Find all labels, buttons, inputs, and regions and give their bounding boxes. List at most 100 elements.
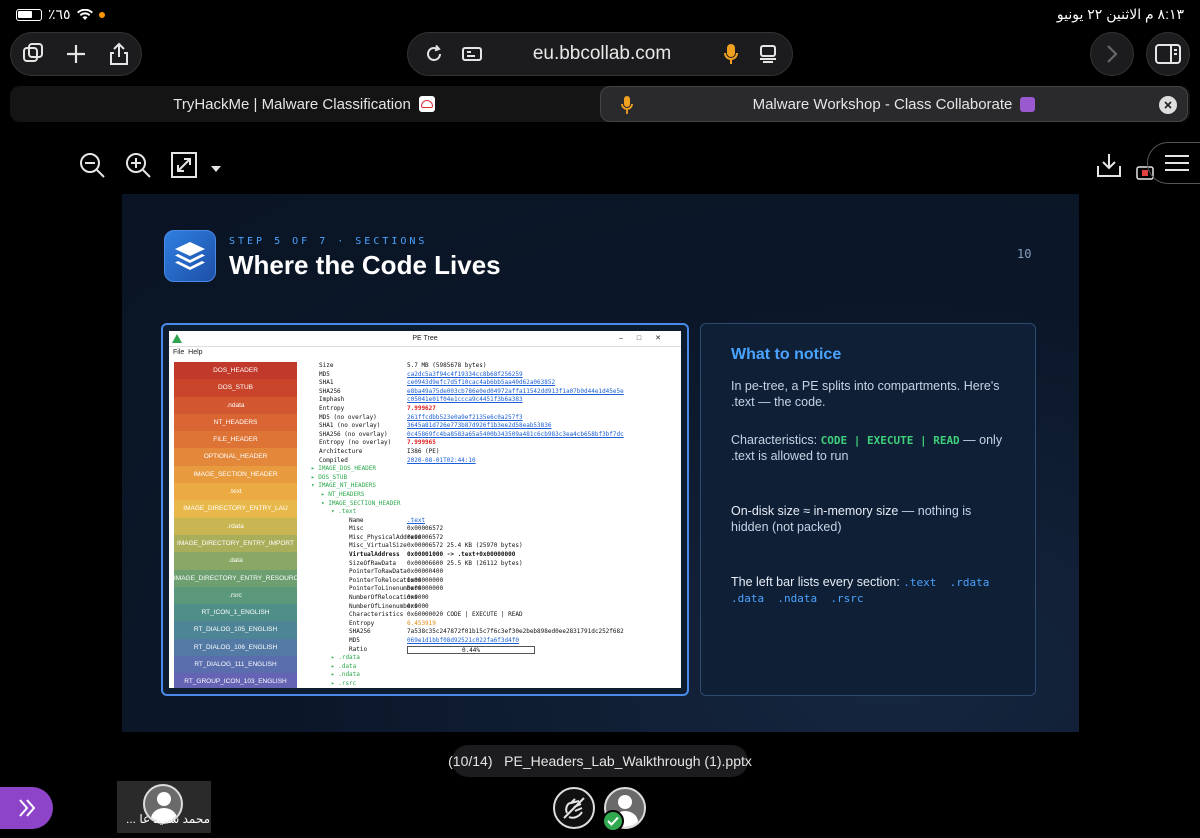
reload-button[interactable] (414, 32, 454, 76)
slide-step-label: STEP 5 OF 7 · SECTIONS (229, 236, 428, 247)
pe-tree-row[interactable]: PointerToRawData 0x00000400 (301, 568, 681, 577)
pe-tree-value: 0x00006600 25.5 KB (26112 bytes) (407, 559, 523, 567)
pe-tree-row[interactable]: Name .text (301, 517, 681, 526)
pe-tree-value: 0x00001000 -> .text+0x00000000 (407, 551, 516, 559)
pe-tree-row[interactable]: Entropy 7.999627 (301, 405, 681, 414)
pe-tree-row[interactable]: VirtualAddress 0x00001000 -> .text+0x0000… (301, 551, 681, 560)
pe-tree-row[interactable]: ▸ .rdata (301, 654, 681, 663)
tabs-overview-button[interactable] (11, 32, 54, 76)
battery-percentage: ٪٦٥ (48, 6, 71, 22)
pe-tree-value: 7.999627 (407, 404, 436, 412)
pe-tree-row[interactable]: Entropy (no overlay) 7.999965 (301, 439, 681, 448)
zoom-out-button[interactable] (78, 151, 106, 184)
pe-tree-row[interactable]: ▾ IMAGE_SECTION_HEADER (301, 500, 681, 509)
pe-tree-row[interactable]: SHA256 7a538c35c247872f01b15c7f6c3ef30e2b… (301, 628, 681, 637)
pe-tree-value: 0x00000400 (407, 568, 444, 576)
pe-tree-row[interactable]: NumberOfRelocations 0x0000 (301, 594, 681, 603)
pe-section-segment[interactable]: RT_DIALOG_111_ENGLISH (174, 656, 297, 674)
pe-section-segment[interactable]: .data (174, 552, 297, 570)
close-tab-button[interactable] (1159, 96, 1177, 114)
pe-tree-row[interactable]: Ratio 0.44% (301, 645, 681, 655)
window-controls: –□✕ (619, 335, 675, 342)
pe-tree-row[interactable]: Imphash c05041e01f04e1ccca9c4451f3b6a383 (301, 396, 681, 405)
pe-tree-row[interactable]: SHA256 e8ba49a75de003cb786e0ed04972affa11… (301, 388, 681, 397)
pe-section-segment[interactable]: OPTIONAL_HEADER (174, 448, 297, 466)
pe-tree-row[interactable]: ▸ .data (301, 663, 681, 672)
tab-tryhackme[interactable]: TryHackMe | Malware Classification (12, 86, 596, 122)
pe-section-segment[interactable]: .ndata (174, 396, 297, 414)
pe-tree-key: PointerToRawData (349, 568, 407, 576)
pe-tree-row[interactable]: Architecture I386 (PE) (301, 448, 681, 457)
pe-tree-row[interactable]: Compiled 2020-08-01T02:44:10 (301, 457, 681, 466)
double-chevron-right-icon (18, 799, 35, 817)
pe-tree-window: PE Tree –□✕ File Help DOS_HEADER DOS_STUB… (169, 331, 681, 688)
characteristics-label: Characteristics: (731, 433, 821, 447)
pe-tree-value: 0x60000020 CODE | EXECUTE | READ (407, 611, 523, 619)
pe-tree-row[interactable]: Size 5.7 MB (5985678 bytes) (301, 362, 681, 371)
pe-tree-row[interactable]: MD5 069e1d1bbf08d92521c022fa6f3d4f0 (301, 637, 681, 646)
pe-tree-row[interactable]: SHA1 (no overlay) 3645a81d726e773b87d926f… (301, 422, 681, 431)
pe-tree-key: ▸ NT_HEADERS (321, 490, 365, 498)
pe-tree-key: MD5 (319, 370, 330, 378)
pe-tree-row[interactable]: NumberOfLinenumbers 0x0000 (301, 603, 681, 612)
pe-section-segment[interactable]: NT_HEADERS (174, 413, 297, 432)
pe-section-segment[interactable]: IMAGE_DIRECTORY_ENTRY_RESOURC (174, 569, 297, 587)
url-text[interactable]: eu.bbcollab.com (490, 43, 714, 65)
page-settings-button[interactable] (454, 32, 490, 76)
forward-button[interactable] (1090, 32, 1134, 76)
pe-tree-row[interactable]: ▸ DOS_STUB (301, 474, 681, 483)
pe-tree-row[interactable]: PointerToLinenumbers 0x00000000 (301, 585, 681, 594)
pe-tree-row[interactable]: ▸ .rsrc (301, 680, 681, 688)
open-session-menu-button[interactable] (0, 787, 53, 829)
pe-tree-row[interactable]: ▸ NT_HEADERS (301, 491, 681, 500)
pe-section-segment[interactable]: DOS_HEADER (174, 362, 297, 380)
tabs-icon (22, 43, 43, 62)
pe-section-segment[interactable]: RT_ICON_1_ENGLISH (174, 604, 297, 622)
pe-section-segment[interactable]: .rsrc (174, 586, 297, 605)
pe-section-segment[interactable]: RT_DIALOG_106_ENGLISH (174, 638, 297, 657)
collaborate-panel-menu-button[interactable] (1147, 142, 1200, 184)
reader-mode-button[interactable] (748, 32, 788, 76)
pe-section-segment[interactable]: RT_GROUP_ICON_103_ENGLISH (174, 673, 297, 688)
pe-tree-row[interactable]: Misc_VirtualSize 0x00006572 25.4 KB (2597… (301, 542, 681, 551)
pe-section-segment[interactable]: IMAGE_SECTION_HEADER (174, 465, 297, 484)
sidebar-toggle-button[interactable] (1146, 32, 1190, 76)
pe-section-segment[interactable]: .text (174, 483, 297, 501)
sections-label: The left bar lists every section: (731, 575, 904, 589)
pe-tree-key: ▸ .data (331, 662, 357, 670)
pe-section-segment[interactable]: IMAGE_DIRECTORY_ENTRY_LAU (174, 500, 297, 518)
pe-section-segment[interactable]: IMAGE_DIRECTORY_ENTRY_IMPORT (174, 534, 297, 553)
address-bar[interactable]: eu.bbcollab.com (407, 32, 793, 76)
pe-tree-row[interactable]: ▸ IMAGE_DOS_HEADER (301, 465, 681, 474)
pe-tree-row[interactable]: ▸ .ndata (301, 671, 681, 680)
zoom-in-button[interactable] (124, 151, 152, 184)
pe-section-segment[interactable]: RT_DIALOG_105_ENGLISH (174, 621, 297, 639)
pe-section-segment[interactable]: .rdata (174, 517, 297, 535)
pe-tree-row[interactable]: SHA256 (no overlay) 0c45869fc4ba8583a65a5… (301, 431, 681, 440)
pe-tree-row[interactable]: PointerToRelocations 0x00000000 (301, 577, 681, 586)
pe-tree-row[interactable]: ▾ IMAGE_NT_HEADERS (301, 482, 681, 491)
voice-search-button[interactable] (714, 32, 748, 76)
pe-tree-row[interactable]: Characteristics 0x60000020 CODE | EXECUTE… (301, 611, 681, 620)
notice-paragraph-sizes: On-disk size ≈ in-memory size — nothing … (731, 504, 1005, 535)
pe-tree-key: ▸ IMAGE_DOS_HEADER (311, 465, 377, 473)
pe-section-segment[interactable]: FILE_HEADER (174, 431, 297, 449)
pe-tree-row[interactable]: MD5 (no overlay) 261ffcdbb523e0a9ef2135e6… (301, 414, 681, 423)
pe-tree-row[interactable]: SizeOfRawData 0x00006600 25.5 KB (26112 b… (301, 560, 681, 569)
new-tab-button[interactable] (54, 32, 97, 76)
pe-tree-key: SizeOfRawData (349, 559, 396, 567)
zoom-out-icon (80, 153, 105, 178)
zoom-options-dropdown[interactable] (210, 160, 222, 178)
tab-class-collaborate[interactable]: Malware Workshop - Class Collaborate (600, 86, 1188, 122)
pe-tree-row[interactable]: SHA1 ce0943d9efc7d5f10cac4ab6bb5aa40d62a0… (301, 379, 681, 388)
download-button[interactable] (1095, 151, 1123, 184)
pe-tree-row[interactable]: ▾ .text (301, 508, 681, 517)
pe-tree-row[interactable]: Misc 0x00006572 (301, 525, 681, 534)
pe-tree-row[interactable]: Entropy 6.453919 (301, 620, 681, 629)
pe-tree-row[interactable]: MD5 ca2dc5a3f94c4f19334cc8b68f256259 (301, 371, 681, 380)
hand-raise-status[interactable] (553, 787, 595, 829)
fit-to-screen-button[interactable] (171, 152, 197, 183)
pe-tree-row[interactable]: Misc_PhysicalAddress 0x00006572 (301, 534, 681, 543)
pe-section-segment[interactable]: DOS_STUB (174, 379, 297, 397)
share-button[interactable] (98, 32, 141, 76)
